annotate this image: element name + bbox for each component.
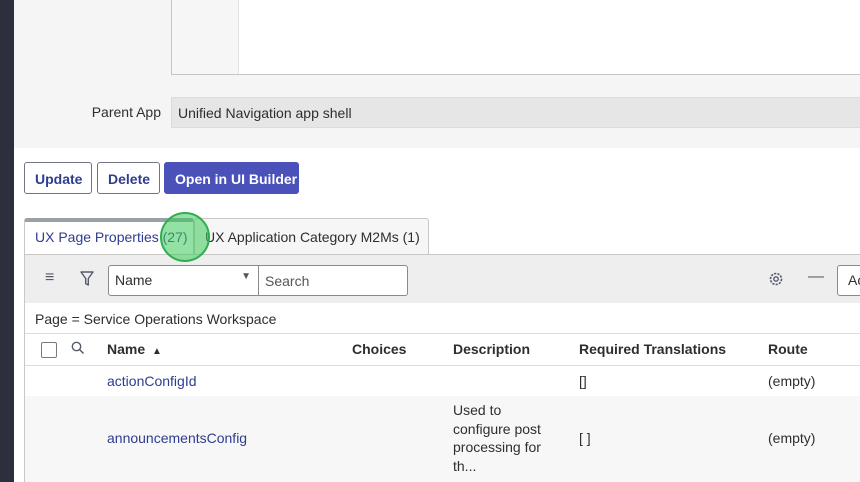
open-in-ui-builder-button[interactable]: Open in UI Builder [164, 162, 299, 194]
row-description: Used to configure post processing for th… [453, 402, 541, 474]
funnel-filter-icon[interactable] [80, 271, 94, 292]
caret-down-icon: ▼ [241, 271, 251, 282]
search-field-select[interactable]: Name ▼ [108, 265, 259, 296]
list-toolbar: ≡ Name ▼ — Ac [25, 255, 860, 303]
search-field-value: Name [115, 272, 153, 288]
column-header-choices[interactable]: Choices [352, 341, 406, 357]
table-row[interactable]: announcementsConfig Used to configure po… [25, 396, 860, 482]
row-route: (empty) [768, 373, 816, 389]
gear-icon[interactable] [768, 271, 784, 292]
related-list: ≡ Name ▼ — Ac Page = Service Operations … [24, 255, 860, 482]
table-row[interactable]: actionConfigId [] (empty) [25, 366, 860, 396]
actions-select[interactable]: Ac [837, 265, 860, 296]
magnifier-icon[interactable] [71, 341, 85, 360]
textarea-line-gutter [172, 0, 239, 74]
record-form: Parent App Unified Navigation app shell … [14, 0, 860, 482]
minus-icon[interactable]: — [808, 268, 824, 286]
delete-button[interactable]: Delete [97, 162, 160, 194]
form-section: Parent App Unified Navigation app shell [14, 0, 860, 148]
breadcrumb-divider [25, 333, 860, 334]
parent-app-field[interactable]: Unified Navigation app shell [171, 97, 860, 128]
app-nav-strip [0, 0, 14, 482]
click-indicator [160, 212, 210, 262]
row-name-link[interactable]: actionConfigId [107, 373, 197, 389]
row-name-link[interactable]: announcementsConfig [107, 430, 247, 446]
hamburger-menu-icon[interactable]: ≡ [45, 269, 54, 287]
list-search-input[interactable] [258, 265, 408, 296]
column-header-route[interactable]: Route [768, 341, 808, 357]
row-required-translations: [ ] [579, 430, 591, 446]
tab-ux-application-category-m2ms[interactable]: UX Application Category M2Ms (1) [194, 218, 429, 254]
related-list-tabs: UX Page Properties (27) UX Application C… [24, 218, 860, 255]
column-header-name-label: Name [107, 341, 146, 357]
update-button[interactable]: Update [24, 162, 92, 194]
parent-app-label: Parent App [91, 104, 161, 120]
column-header-name[interactable]: Name ▲ [107, 341, 162, 357]
sort-ascending-icon: ▲ [152, 346, 162, 357]
script-textarea[interactable] [171, 0, 860, 75]
column-header-required-translations[interactable]: Required Translations [579, 341, 726, 357]
select-all-checkbox[interactable] [41, 342, 57, 358]
list-breadcrumb[interactable]: Page = Service Operations Workspace [35, 311, 276, 327]
column-header-description[interactable]: Description [453, 341, 530, 357]
row-required-translations: [] [579, 373, 587, 389]
row-route: (empty) [768, 430, 816, 446]
